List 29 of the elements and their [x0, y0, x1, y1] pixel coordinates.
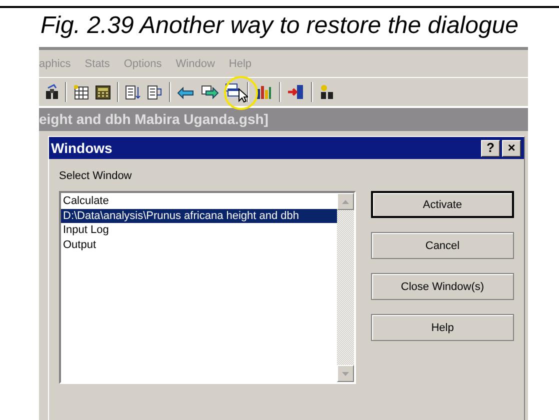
- sort-icon[interactable]: [125, 84, 141, 100]
- title-bar-button[interactable]: ×: [502, 140, 521, 156]
- scrollbar[interactable]: [337, 193, 354, 382]
- bar-chart-icon[interactable]: [255, 84, 273, 100]
- down-arrow-icon: [342, 372, 349, 376]
- list-item[interactable]: Output: [61, 238, 337, 252]
- scroll-down-button[interactable]: [337, 365, 354, 382]
- exit-icon[interactable]: [287, 84, 305, 100]
- dialog-button[interactable]: Cancel: [371, 232, 514, 259]
- scroll-up-button[interactable]: [337, 193, 354, 210]
- dialog-title: Windows: [51, 140, 112, 156]
- right-arrow-icon[interactable]: [201, 85, 219, 99]
- left-arrow-icon[interactable]: [177, 85, 195, 99]
- calculator-icon[interactable]: [95, 84, 111, 100]
- spreadsheet-icon[interactable]: [73, 84, 89, 100]
- document-arrow-icon[interactable]: [147, 84, 163, 100]
- list-item[interactable]: Calculate: [61, 194, 337, 208]
- window-list[interactable]: Calculate D:\Data\analysis\Prunus africana height and dbh Input Log Output: [59, 191, 356, 384]
- binoculars-icon[interactable]: [45, 84, 59, 100]
- title-bar-button[interactable]: ?: [481, 140, 500, 156]
- dialog-button[interactable]: Activate: [371, 191, 514, 218]
- list-label: Select Window: [59, 170, 133, 182]
- up-arrow-icon: [342, 200, 349, 204]
- list-item[interactable]: Input Log: [61, 223, 337, 238]
- figure-caption: Fig. 2.39 Another way to restore the dialogue: [40, 12, 519, 40]
- dialog-button[interactable]: Close Window(s): [371, 273, 514, 300]
- dialog-button[interactable]: Help: [371, 314, 514, 341]
- window-title: eight and dbh Mabira Uganda.gsh]: [39, 108, 528, 131]
- list-item[interactable]: D:\Data\analysis\Prunus africana height and dbh: [61, 208, 337, 223]
